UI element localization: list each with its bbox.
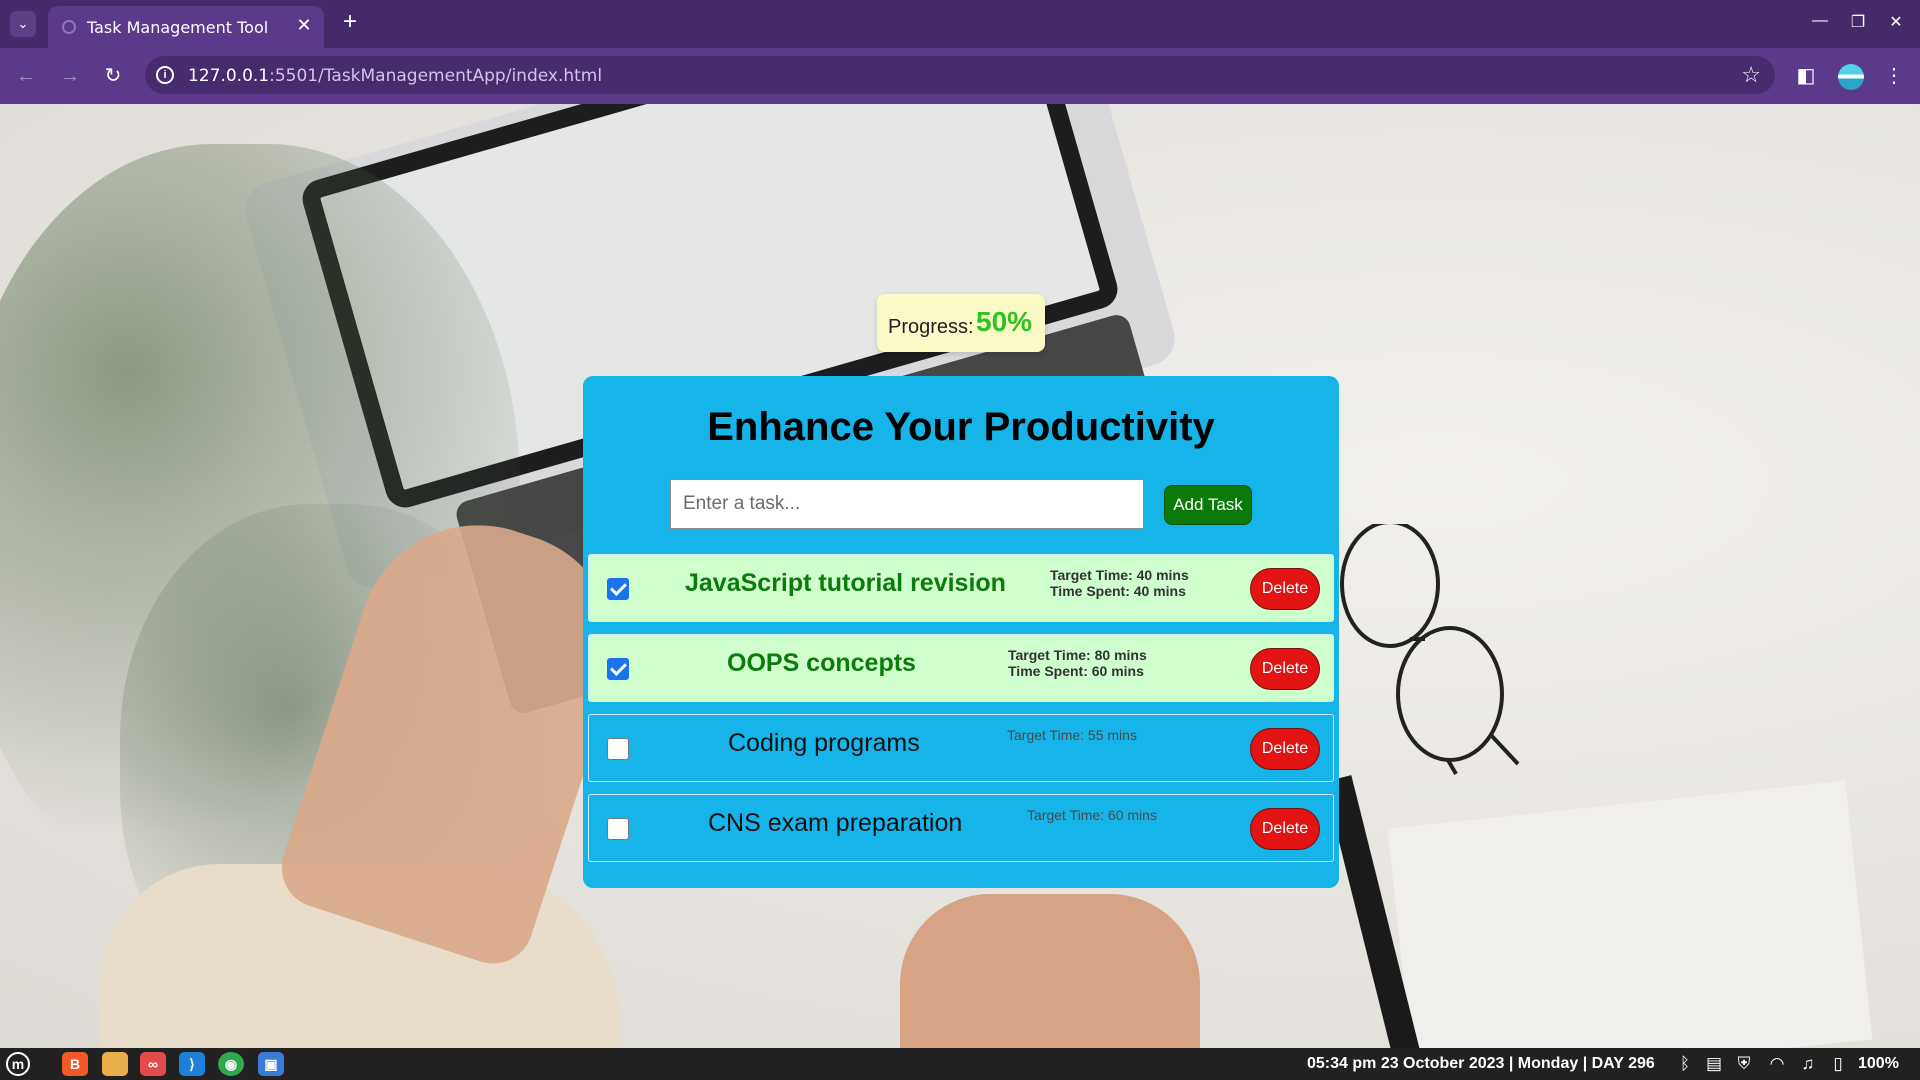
- task-card: Enhance Your Productivity Add Task JavaS…: [583, 376, 1339, 888]
- wifi-icon[interactable]: ◠: [1766, 1054, 1788, 1074]
- task-row: OOPS concepts Target Time: 80 mins Time …: [588, 634, 1334, 702]
- shield-icon[interactable]: ⛨: [1733, 1054, 1755, 1074]
- tab-close-icon[interactable]: ✕: [294, 15, 314, 35]
- reload-icon[interactable]: ↻: [99, 62, 127, 90]
- extension-icon[interactable]: ∞: [140, 1052, 166, 1076]
- delete-task-button[interactable]: Delete: [1250, 648, 1320, 690]
- chrome-icon[interactable]: ◉: [218, 1052, 244, 1076]
- task-time-info: Target Time: 60 mins: [1027, 807, 1157, 823]
- url-host: 127.0.0.1: [188, 66, 270, 86]
- browser-tab[interactable]: Task Management Tool ✕: [48, 6, 324, 48]
- delete-task-button[interactable]: Delete: [1250, 728, 1320, 770]
- new-tab-button[interactable]: +: [338, 8, 362, 36]
- menu-dots-icon[interactable]: ⋮: [1880, 62, 1908, 90]
- task-row: JavaScript tutorial revision Target Time…: [588, 554, 1334, 622]
- bluetooth-icon[interactable]: ᛒ: [1674, 1054, 1696, 1074]
- url-text[interactable]: 127.0.0.1:5501/TaskManagementApp/index.h…: [188, 66, 602, 86]
- close-icon[interactable]: ✕: [1884, 12, 1908, 32]
- background-notebook: [1387, 780, 1873, 1048]
- task-input[interactable]: [670, 479, 1144, 529]
- site-info-icon[interactable]: i: [156, 66, 174, 84]
- page-title: Enhance Your Productivity: [707, 405, 1215, 449]
- url-path: :5501/TaskManagementApp/index.html: [269, 66, 603, 86]
- side-panel-icon[interactable]: ◧: [1792, 62, 1820, 90]
- task-complete-checkbox[interactable]: [607, 738, 629, 760]
- task-time-info: Target Time: 55 mins: [1007, 727, 1137, 743]
- browser-toolbar: ← → ↻ i 127.0.0.1:5501/TaskManagementApp…: [0, 48, 1920, 104]
- task-row: CNS exam preparation Target Time: 60 min…: [588, 794, 1334, 862]
- task-name: Coding programs: [728, 729, 920, 757]
- add-task-button[interactable]: Add Task: [1164, 485, 1252, 525]
- browser-tab-bar: ⌄ Task Management Tool ✕ + — ❐ ✕: [0, 0, 1920, 48]
- task-complete-checkbox[interactable]: [607, 658, 629, 680]
- task-time-spent: Time Spent: 40 mins: [1050, 583, 1186, 599]
- task-complete-checkbox[interactable]: [607, 818, 629, 840]
- task-target-time: Target Time: 55 mins: [1007, 727, 1137, 743]
- background-hand-right: [900, 894, 1200, 1048]
- task-time-info: Target Time: 40 mins Time Spent: 40 mins: [1050, 567, 1189, 599]
- task-row: Coding programs Target Time: 55 mins Del…: [588, 714, 1334, 782]
- delete-task-button[interactable]: Delete: [1250, 808, 1320, 850]
- music-icon[interactable]: ♫: [1797, 1054, 1819, 1074]
- menu-icon[interactable]: m: [6, 1052, 30, 1076]
- battery-percent: 100%: [1858, 1055, 1899, 1072]
- progress-badge: Progress: 50%: [877, 294, 1045, 352]
- task-target-time: Target Time: 80 mins: [1008, 647, 1147, 663]
- task-name: OOPS concepts: [727, 649, 916, 677]
- progress-value: 50%: [976, 306, 1033, 337]
- back-icon[interactable]: ←: [12, 62, 40, 90]
- screenshot-icon[interactable]: ▣: [258, 1052, 284, 1076]
- forward-icon[interactable]: →: [56, 62, 84, 90]
- taskbar-clock[interactable]: 05:34 pm 23 October 2023 | Monday | DAY …: [1307, 1055, 1655, 1073]
- os-taskbar: m B ∞ ⟩ ◉ ▣ 05:34 pm 23 October 2023 | M…: [0, 1048, 1920, 1080]
- background-glasses: [1340, 524, 1520, 775]
- restore-icon[interactable]: ❐: [1846, 12, 1870, 32]
- battery-icon[interactable]: ▯: [1827, 1054, 1849, 1074]
- page-viewport: Progress: 50% Enhance Your Productivity …: [0, 104, 1920, 1048]
- task-target-time: Target Time: 60 mins: [1027, 807, 1157, 823]
- tab-title: Task Management Tool: [87, 18, 269, 37]
- task-complete-checkbox[interactable]: [607, 578, 629, 600]
- vscode-icon[interactable]: ⟩: [179, 1052, 205, 1076]
- task-name: JavaScript tutorial revision: [685, 569, 1006, 597]
- progress-label: Progress:: [888, 316, 974, 338]
- tab-favicon-icon: [62, 20, 76, 34]
- profile-avatar[interactable]: [1838, 64, 1864, 90]
- bookmark-star-icon[interactable]: ☆: [1741, 62, 1761, 88]
- tab-search-chevron-icon[interactable]: ⌄: [10, 11, 36, 37]
- task-name: CNS exam preparation: [708, 809, 963, 837]
- brave-icon[interactable]: B: [62, 1052, 88, 1076]
- files-icon[interactable]: [102, 1052, 128, 1076]
- minimize-icon[interactable]: —: [1808, 12, 1832, 30]
- clipboard-icon[interactable]: ▤: [1703, 1054, 1725, 1074]
- delete-task-button[interactable]: Delete: [1250, 568, 1320, 610]
- task-target-time: Target Time: 40 mins: [1050, 567, 1189, 583]
- address-bar[interactable]: i 127.0.0.1:5501/TaskManagementApp/index…: [145, 56, 1775, 94]
- task-time-spent: Time Spent: 60 mins: [1008, 663, 1144, 679]
- task-time-info: Target Time: 80 mins Time Spent: 60 mins: [1008, 647, 1147, 679]
